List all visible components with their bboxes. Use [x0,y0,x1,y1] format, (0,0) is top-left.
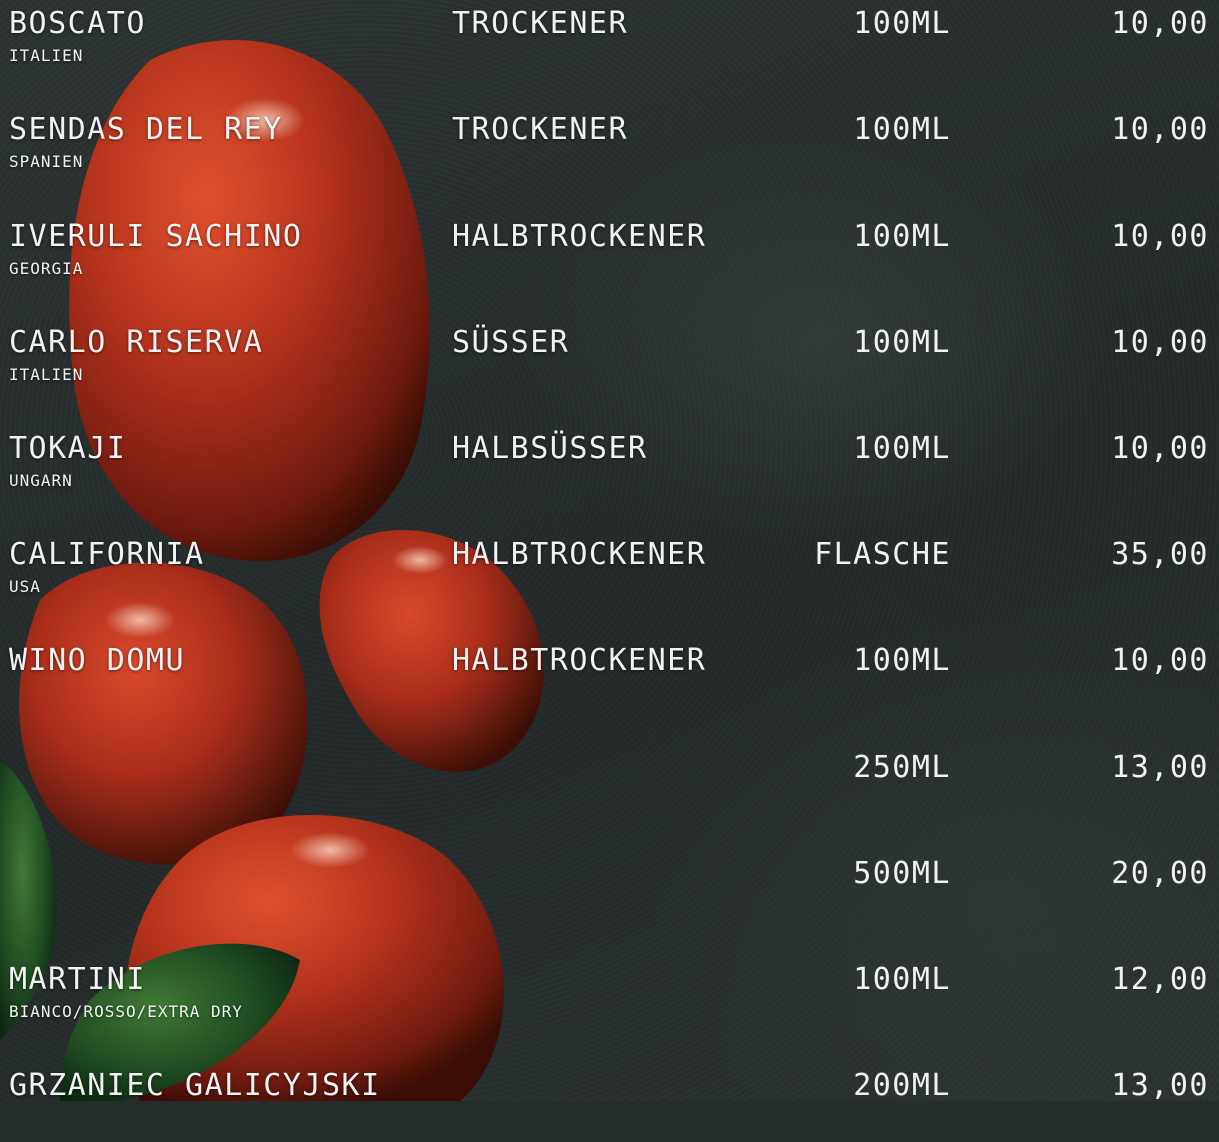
menu-row: SENDAS DEL REY SPANIEN TROCKENER 100ML 10,00 [0,106,1219,186]
menu-row: TOKAJI UNGARN HALBSÜSSER 100ML 10,00 [0,425,1219,505]
item-name: TOKAJI [9,431,127,466]
item-price: 35,00 [1111,537,1209,572]
item-price: 13,00 [1111,1068,1209,1103]
item-type: TROCKENER [452,6,629,41]
item-price: 10,00 [1111,112,1209,147]
item-origin: USA [9,577,41,596]
menu-row: WINO DOMU HALBTROCKENER 100ML 10,00 [0,637,1219,717]
menu-row: MARTINI BIANCO/ROSSO/EXTRA DRY 100ML 12,00 [0,956,1219,1036]
item-price: 10,00 [1111,643,1209,678]
item-origin: SPANIEN [9,152,84,171]
item-size: 100ML [853,219,951,254]
item-origin: ITALIEN [9,46,84,65]
item-name: SENDAS DEL REY [9,112,283,147]
menu-row: 250ML 13,00 [0,744,1219,824]
menu-row: 500ML 20,00 [0,850,1219,930]
item-price: 10,00 [1111,6,1209,41]
item-price: 10,00 [1111,219,1209,254]
item-size: 500ML [853,856,951,891]
item-name: MARTINI [9,962,146,997]
item-name: IVERULI SACHINO [9,219,303,254]
item-size: 100ML [853,325,951,360]
item-origin: ITALIEN [9,365,84,384]
item-origin: BIANCO/ROSSO/EXTRA DRY [9,1002,243,1021]
item-price: 20,00 [1111,856,1209,891]
item-name: BOSCATO [9,6,146,41]
item-type: TROCKENER [452,112,629,147]
item-origin: GEORGIA [9,259,84,278]
item-size: 100ML [853,431,951,466]
item-price: 10,00 [1111,325,1209,360]
menu-row: IVERULI SACHINO GEORGIA HALBTROCKENER 100ML… [0,213,1219,293]
item-price: 13,00 [1111,750,1209,785]
drinks-menu-list: BOSCATO ITALIEN TROCKENER 100ML 10,00 SENDAS … [0,0,1219,1103]
item-type: HALBTROCKENER [452,219,707,254]
item-size: 100ML [853,6,951,41]
menu-row: CALIFORNIA USA HALBTROCKENER FLASCHE 35,00 [0,531,1219,611]
item-type: HALBSÜSSER [452,431,648,466]
item-type: HALBTROCKENER [452,643,707,678]
item-type: SÜSSER [452,325,570,360]
item-origin: UNGARN [9,471,73,490]
item-type: HALBTROCKENER [452,537,707,572]
item-name: CARLO RISERVA [9,325,264,360]
menu-row: GRZANIEC GALICYJSKI 200ML 13,00 [0,1062,1219,1142]
item-name: WINO DOMU [9,643,186,678]
item-name: GRZANIEC GALICYJSKI [9,1068,381,1103]
item-size: FLASCHE [814,537,951,572]
item-size: 100ML [853,962,951,997]
item-price: 10,00 [1111,431,1209,466]
item-size: 200ML [853,1068,951,1103]
item-size: 100ML [853,112,951,147]
item-size: 100ML [853,643,951,678]
menu-row: BOSCATO ITALIEN TROCKENER 100ML 10,00 [0,0,1219,80]
item-name: CALIFORNIA [9,537,205,572]
menu-row: CARLO RISERVA ITALIEN SÜSSER 100ML 10,00 [0,319,1219,399]
item-price: 12,00 [1111,962,1209,997]
item-size: 250ML [853,750,951,785]
